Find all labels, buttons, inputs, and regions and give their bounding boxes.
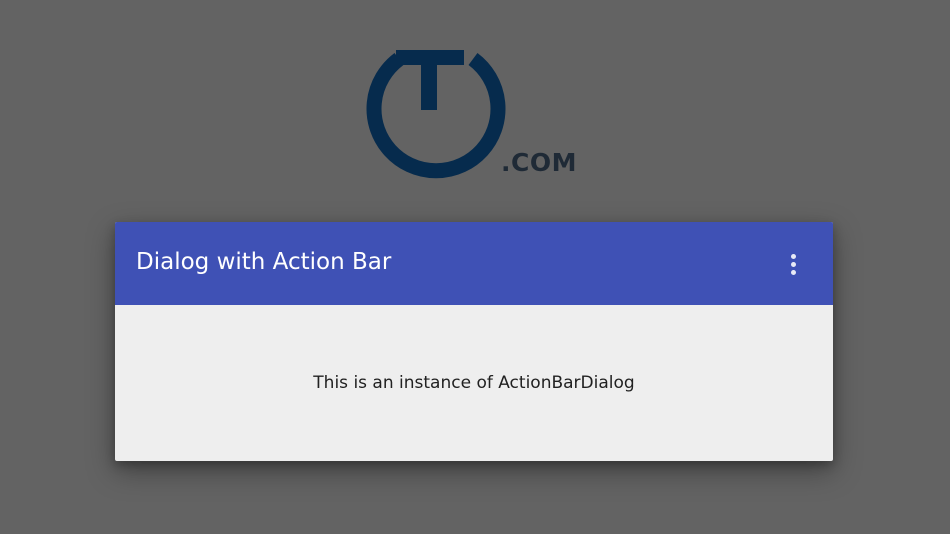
more-vert-icon[interactable] (775, 242, 811, 286)
action-bar-dialog: Dialog with Action Bar This is an instan… (115, 222, 833, 461)
overflow-dot (790, 261, 796, 267)
timer-logo-icon (366, 50, 506, 179)
dialog-body: This is an instance of ActionBarDialog (115, 305, 833, 461)
action-bar: Dialog with Action Bar (115, 222, 833, 305)
logo-text: .COM (501, 148, 577, 177)
dialog-message: This is an instance of ActionBarDialog (313, 373, 635, 393)
overflow-dot (790, 253, 796, 259)
logo: .COM (356, 48, 596, 183)
dialog-title: Dialog with Action Bar (136, 249, 392, 275)
overflow-dot (790, 269, 796, 275)
screen: .COM Dialog with Action Bar This is an i… (0, 0, 950, 534)
